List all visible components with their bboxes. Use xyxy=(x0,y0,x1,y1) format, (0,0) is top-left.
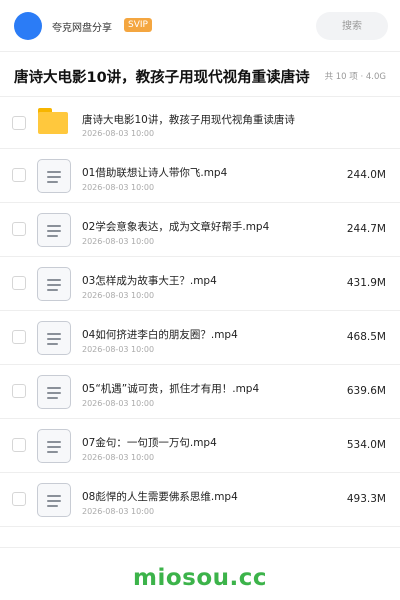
file-size: 431.9M xyxy=(346,277,386,289)
file-date: 2026-08-03 10:00 xyxy=(82,237,155,246)
file-name: 05“机遇”诚可贵，抓住才有用！.mp4 xyxy=(82,383,260,395)
file-size: 244.7M xyxy=(346,223,386,235)
file-icon xyxy=(37,159,71,193)
checkbox[interactable] xyxy=(12,330,26,344)
file-date: 2026-08-03 10:00 xyxy=(82,507,155,516)
checkbox[interactable] xyxy=(12,438,26,452)
file-size: 639.6M xyxy=(346,385,386,397)
file-size: 534.0M xyxy=(346,439,386,451)
file-icon xyxy=(37,213,71,247)
page-title: 唐诗大电影10讲，教孩子用现代视角重读唐诗 xyxy=(14,70,310,86)
top-header: 夸克网盘分享 SVIP xyxy=(0,0,400,52)
search-input[interactable] xyxy=(316,12,388,40)
watermark: miosou.cc xyxy=(132,565,268,591)
file-list: 唐诗大电影10讲，教孩子用现代视角重读唐诗 2026-08-03 10:00 0… xyxy=(0,97,400,527)
list-item[interactable]: 02学会意象表达，成为文章好帮手.mp4 2026-08-03 10:00 24… xyxy=(0,203,400,257)
list-item[interactable]: 08彪悍的人生需要佛系思维.mp4 2026-08-03 10:00 493.3… xyxy=(0,473,400,527)
list-item[interactable]: 07金句：一句顶一万句.mp4 2026-08-03 10:00 534.0M xyxy=(0,419,400,473)
folder-meta: 共 10 项 · 4.0G xyxy=(324,72,386,82)
file-date: 2026-08-03 10:00 xyxy=(82,399,155,408)
list-item[interactable]: 04如何挤进李白的朋友圈？.mp4 2026-08-03 10:00 468.5… xyxy=(0,311,400,365)
file-name: 08彪悍的人生需要佛系思维.mp4 xyxy=(82,491,238,503)
checkbox[interactable] xyxy=(12,116,26,130)
file-date: 2026-08-03 10:00 xyxy=(82,183,155,192)
folder-title-bar: 唐诗大电影10讲，教孩子用现代视角重读唐诗 共 10 项 · 4.0G xyxy=(0,52,400,97)
list-item[interactable]: 01借助联想让诗人带你飞.mp4 2026-08-03 10:00 244.0M xyxy=(0,149,400,203)
file-size: 468.5M xyxy=(346,331,386,343)
checkbox[interactable] xyxy=(12,492,26,506)
folder-icon xyxy=(38,108,68,134)
checkbox[interactable] xyxy=(12,384,26,398)
file-size: 244.0M xyxy=(346,169,386,181)
file-name: 02学会意象表达，成为文章好帮手.mp4 xyxy=(82,221,270,233)
file-name: 唐诗大电影10讲，教孩子用现代视角重读唐诗 xyxy=(82,114,295,126)
file-name: 01借助联想让诗人带你飞.mp4 xyxy=(82,167,228,179)
file-size: 493.3M xyxy=(346,493,386,505)
list-item[interactable]: 05“机遇”诚可贵，抓住才有用！.mp4 2026-08-03 10:00 63… xyxy=(0,365,400,419)
file-icon xyxy=(37,429,71,463)
file-icon xyxy=(37,375,71,409)
file-name: 04如何挤进李白的朋友圈？.mp4 xyxy=(82,329,238,341)
file-icon xyxy=(37,483,71,517)
avatar[interactable] xyxy=(14,12,42,40)
file-date: 2026-08-03 10:00 xyxy=(82,345,155,354)
footer-divider xyxy=(0,547,400,548)
file-name: 07金句：一句顶一万句.mp4 xyxy=(82,437,217,449)
file-icon xyxy=(37,267,71,301)
list-item[interactable]: 03怎样成为故事大王？.mp4 2026-08-03 10:00 431.9M xyxy=(0,257,400,311)
file-date: 2026-08-03 10:00 xyxy=(82,291,155,300)
list-item[interactable]: 唐诗大电影10讲，教孩子用现代视角重读唐诗 2026-08-03 10:00 xyxy=(0,97,400,149)
file-date: 2026-08-03 10:00 xyxy=(82,453,155,462)
file-icon xyxy=(37,321,71,355)
checkbox[interactable] xyxy=(12,276,26,290)
share-owner-name: 夸克网盘分享 xyxy=(52,23,112,34)
checkbox[interactable] xyxy=(12,168,26,182)
svip-badge: SVIP xyxy=(124,18,152,32)
checkbox[interactable] xyxy=(12,222,26,236)
file-date: 2026-08-03 10:00 xyxy=(82,129,155,138)
file-name: 03怎样成为故事大王？.mp4 xyxy=(82,275,217,287)
